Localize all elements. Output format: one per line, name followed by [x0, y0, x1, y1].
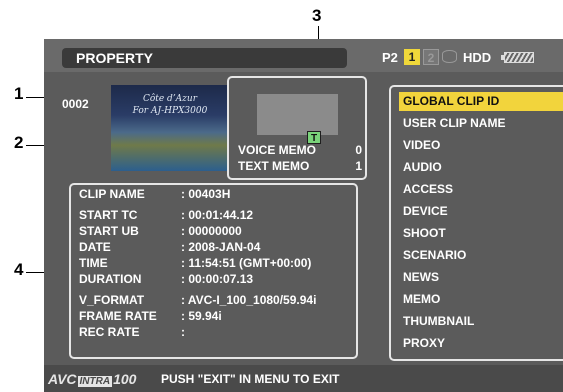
logo-num: 100 — [113, 371, 137, 387]
menu-item-user-clip-name[interactable]: USER CLIP NAME — [399, 114, 563, 133]
info-row: TIME : 11:54:51 (GMT+00:00) — [79, 256, 311, 270]
text-memo-label: TEXT MEMO — [238, 159, 310, 173]
text-memo-row: TEXT MEMO 1 — [238, 159, 362, 173]
menu-item-access[interactable]: ACCESS — [399, 180, 563, 199]
info-value: : 2008-JAN-04 — [181, 240, 261, 254]
voice-memo-label: VOICE MEMO — [238, 143, 317, 157]
info-key: CLIP NAME — [79, 187, 145, 201]
menu-item-scenario[interactable]: SCENARIO — [399, 246, 563, 265]
info-row: CLIP NAME : 00403H — [79, 187, 230, 201]
info-row: DURATION : 00:00:07.13 — [79, 272, 253, 286]
status-bar: PROPERTY P2 1 2 HDD — [44, 39, 563, 72]
info-row: START UB : 00000000 — [79, 224, 242, 238]
info-row: DATE : 2008-JAN-04 — [79, 240, 260, 254]
info-value: : — [181, 325, 185, 339]
memo-panel: T VOICE MEMO 0 TEXT MEMO 1 — [227, 76, 367, 180]
info-key: START TC — [79, 208, 138, 222]
info-value: : AVC-I_100_1080/59.94i — [181, 293, 317, 307]
clip-thumbnail[interactable]: Côte d’Azur For AJ-HPX3000 — [111, 85, 229, 171]
thumbnail-caption-line1: Côte d’Azur — [142, 94, 198, 104]
p2-label: P2 — [382, 50, 398, 65]
clip-number: 0002 — [62, 97, 89, 111]
thumbnail-caption: Côte d’Azur For AJ-HPX3000 — [111, 93, 229, 117]
menu-item-news[interactable]: NEWS — [399, 268, 563, 287]
menu-item-proxy[interactable]: PROXY — [399, 334, 563, 353]
callout-2: 2 — [14, 133, 24, 152]
battery-icon — [501, 52, 534, 63]
hdd-icon — [442, 50, 457, 63]
text-memo-count: 1 — [355, 159, 362, 173]
avc-intra-logo: AVC INTRA 100 — [48, 371, 136, 387]
info-value: : 59.94i — [181, 309, 222, 323]
logo-intra: INTRA — [77, 376, 113, 387]
page-title: PROPERTY — [62, 48, 347, 68]
menu-item-memo[interactable]: MEMO — [399, 290, 563, 309]
menu-item-audio[interactable]: AUDIO — [399, 158, 563, 177]
info-key: DURATION — [79, 272, 142, 286]
voice-memo-count: 0 — [355, 143, 362, 157]
callout-1: 1 — [14, 84, 24, 103]
info-key: V_FORMAT — [79, 293, 145, 307]
thumbnail-caption-line2: For AJ-HPX3000 — [132, 106, 208, 116]
info-value: : 00:01:44.12 — [181, 208, 254, 222]
info-key: START UB — [79, 224, 139, 238]
lcd-screen: PROPERTY P2 1 2 HDD 0002 Côte d’Azur For… — [44, 39, 563, 392]
info-row: V_FORMAT : AVC-I_100_1080/59.94i — [79, 293, 316, 307]
info-value: : 00:00:07.13 — [181, 272, 254, 286]
memo-preview: T — [257, 94, 338, 144]
bottom-bar: AVC INTRA 100 PUSH "EXIT" IN MENU TO EXIT — [44, 365, 563, 392]
property-menu: GLOBAL CLIP ID USER CLIP NAME VIDEO AUDI… — [389, 85, 563, 361]
info-row: START TC : 00:01:44.12 — [79, 208, 253, 222]
menu-item-thumbnail[interactable]: THUMBNAIL — [399, 312, 563, 331]
manual-figure: 1 2 3 4 PROPERTY P2 1 2 HDD 0002 Côte d’… — [0, 0, 563, 392]
slot-1-indicator: 1 — [404, 49, 420, 65]
info-key: REC RATE — [79, 325, 140, 339]
info-row: REC RATE: — [79, 325, 185, 339]
info-value: : 11:54:51 (GMT+00:00) — [181, 256, 312, 270]
voice-memo-row: VOICE MEMO 0 — [238, 143, 362, 157]
hdd-label: HDD — [463, 50, 492, 65]
info-value: : 00000000 — [181, 224, 242, 238]
slot-2-indicator: 2 — [423, 49, 439, 65]
callout-4: 4 — [14, 260, 24, 279]
menu-item-device[interactable]: DEVICE — [399, 202, 563, 221]
callout-3: 3 — [312, 6, 322, 25]
menu-item-video[interactable]: VIDEO — [399, 136, 563, 155]
clip-info-panel: CLIP NAME: 00403H START TC: 00:01:44.12 … — [69, 183, 358, 359]
logo-avc: AVC — [48, 371, 77, 387]
info-value: : 00403H — [181, 187, 231, 201]
menu-item-shoot[interactable]: SHOOT — [399, 224, 563, 243]
menu-item-global-clip-id[interactable]: GLOBAL CLIP ID — [399, 92, 563, 111]
info-key: TIME — [79, 256, 108, 270]
info-key: DATE — [79, 240, 111, 254]
info-row: FRAME RATE : 59.94i — [79, 309, 222, 323]
info-key: FRAME RATE — [79, 309, 157, 323]
exit-instruction: PUSH "EXIT" IN MENU TO EXIT — [161, 372, 340, 386]
